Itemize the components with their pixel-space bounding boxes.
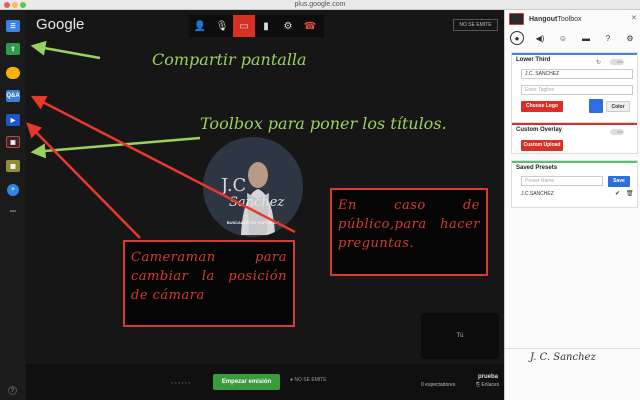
google-logo: Google xyxy=(36,16,85,33)
toolbox-title: Toolbox xyxy=(557,15,582,23)
custom-overlay-toggle[interactable]: OFF xyxy=(610,129,624,135)
signature: J. C. Sanchez xyxy=(530,352,596,363)
tab-audio-icon[interactable]: ◀) xyxy=(533,31,547,45)
self-video-tile[interactable]: Tú xyxy=(421,313,499,359)
bottom-status-text: ● NO SE EMITE xyxy=(290,377,327,383)
self-tile-label: Tú xyxy=(456,333,464,339)
screenshare-icon[interactable]: ⇧ xyxy=(6,43,20,55)
toolbox-tabs: ● ◀) ☺ ▬ ? ⚙ xyxy=(505,30,640,46)
toolbox-title-bold: Hangout xyxy=(529,15,558,23)
annotation-public: En caso de público,para hacer preguntas. xyxy=(330,188,488,276)
add-person-icon[interactable]: 👤 xyxy=(189,15,211,37)
color-button[interactable]: Color xyxy=(606,101,630,112)
volume-meter: ●●●●●● xyxy=(171,380,192,385)
lower-third-toggle[interactable]: OFF xyxy=(610,59,624,65)
avatar-caption: BUSCADOR DE HISTORIAS xyxy=(226,220,280,225)
call-controls: 👤 🎙 ▭ ▮ ⚙ ☎ xyxy=(189,15,324,37)
name-field[interactable]: J.C. SANCHEZ xyxy=(521,69,633,79)
signal-icon[interactable]: ▮ xyxy=(255,15,277,37)
lower-third-section: Lower Third ↻ OFF J.C. SANCHEZ Enter Tag… xyxy=(511,52,638,125)
color-swatch[interactable] xyxy=(589,99,603,113)
add-app-icon[interactable]: + xyxy=(7,184,19,196)
tab-help-icon[interactable]: ? xyxy=(601,31,615,45)
preset-item[interactable]: J.C.SANCHEZ xyxy=(521,191,554,197)
broadcast-status-pill: NO SE EMITE xyxy=(453,19,498,31)
start-broadcast-button[interactable]: Empezar emisión xyxy=(213,374,280,390)
effects-icon[interactable] xyxy=(6,67,20,79)
annotation-cameraman: Cameraman para cambiar la posición de cá… xyxy=(123,240,295,327)
hangout-app-rail: ☰ ⇧ Q&A ▶ ▣ ▦ + ••• ? xyxy=(0,10,26,400)
annotation-toolbox: Toolbox para poner los títulos. xyxy=(200,114,447,133)
preset-name-field[interactable]: Preset Name xyxy=(521,176,603,186)
tab-overlay-icon[interactable]: ● xyxy=(510,31,524,45)
spectator-count: 0 espectadores xyxy=(421,382,456,388)
choose-logo-button[interactable]: Choose Logo xyxy=(521,101,563,112)
links-label: Enlaces xyxy=(481,382,500,388)
saved-presets-title: Saved Presets xyxy=(516,165,558,171)
address-bar[interactable]: plus.google.com xyxy=(0,0,640,10)
cameraman-app-icon[interactable]: ▶ xyxy=(6,114,20,126)
broadcast-bottom-bar: ●●●●●● Empezar emisión ● NO SE EMITE 0 e… xyxy=(26,364,504,400)
mute-mic-icon[interactable]: 🎙 xyxy=(211,15,233,37)
hang-up-icon[interactable]: ☎ xyxy=(299,15,321,37)
camera-off-icon[interactable]: ▭ xyxy=(233,15,255,37)
event-name: prueba xyxy=(478,374,499,380)
avatar-initials: J.C xyxy=(221,175,247,196)
close-panel-icon[interactable]: ✕ xyxy=(631,14,637,22)
links-button[interactable]: ⎘ Enlaces xyxy=(476,382,499,388)
qa-app-icon[interactable]: Q&A xyxy=(6,90,20,102)
help-icon[interactable]: ? xyxy=(8,386,17,395)
delete-preset-icon[interactable]: 🗑 xyxy=(626,190,634,197)
tab-emoji-icon[interactable]: ☺ xyxy=(556,31,570,45)
tagline-field[interactable]: Enter Tagline xyxy=(521,85,633,95)
chat-icon[interactable]: ☰ xyxy=(6,20,20,32)
toolbox-app-icon[interactable]: ▣ xyxy=(6,136,20,148)
avatar-script: Sanchez xyxy=(229,195,285,210)
annotation-share-screen: Compartir pantalla xyxy=(152,50,307,69)
app-window: plus.google.com ☰ ⇧ Q&A ▶ ▣ ▦ + ••• ? Go… xyxy=(0,0,640,400)
toolbox-header: Hangout Toolbox xyxy=(505,10,640,28)
panel-divider xyxy=(505,348,640,349)
apply-preset-icon[interactable]: ✔ xyxy=(615,190,620,197)
save-preset-button[interactable]: Save xyxy=(608,176,630,187)
saved-presets-section: Saved Presets Preset Name Save J.C.SANCH… xyxy=(511,160,638,208)
custom-upload-button[interactable]: Custom Upload xyxy=(521,140,563,151)
speaker-avatar: J.C Sanchez BUSCADOR DE HISTORIAS xyxy=(203,137,303,237)
browser-titlebar: plus.google.com xyxy=(0,0,640,10)
more-apps-icon[interactable]: ••• xyxy=(6,206,20,218)
refresh-icon[interactable]: ↻ xyxy=(596,59,601,66)
toolbox-panel: Hangout Toolbox ✕ ● ◀) ☺ ▬ ? ⚙ Lower Thi… xyxy=(504,10,640,400)
settings-icon[interactable]: ⚙ xyxy=(277,15,299,37)
custom-overlay-section: Custom Overlay OFF Custom Upload xyxy=(511,122,638,154)
storyboard-app-icon[interactable]: ▦ xyxy=(6,160,20,172)
tab-settings-icon[interactable]: ⚙ xyxy=(623,31,637,45)
tab-chat-icon[interactable]: ▬ xyxy=(579,31,593,45)
